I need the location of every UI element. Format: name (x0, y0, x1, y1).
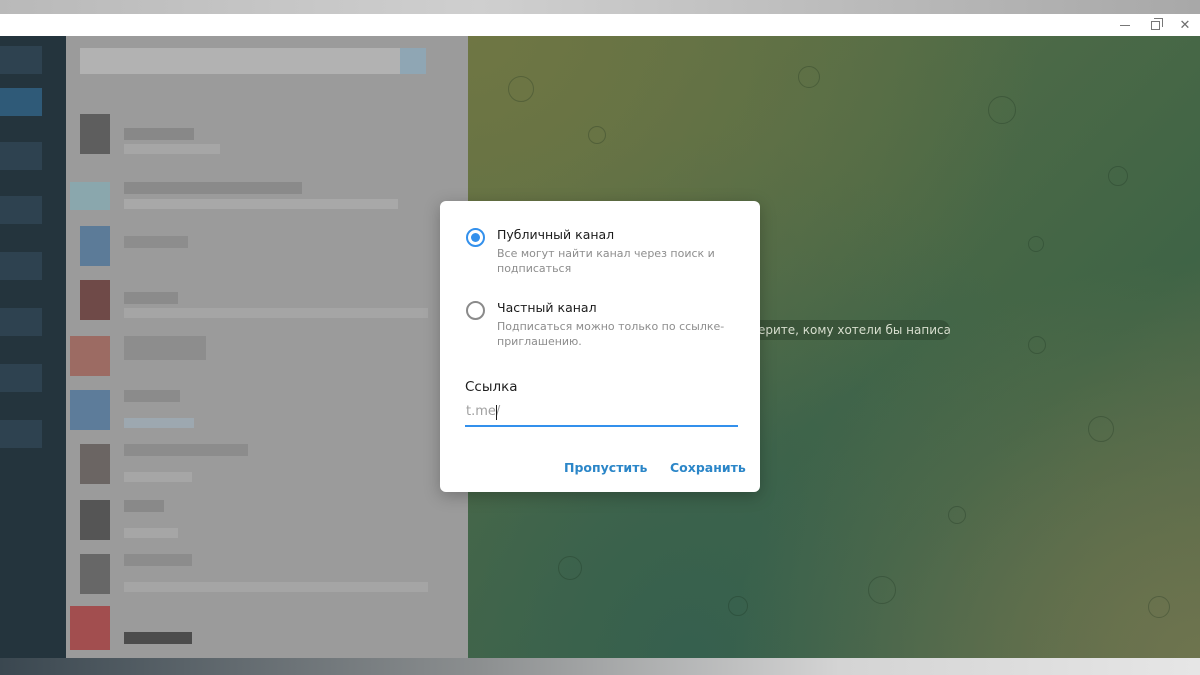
rail-item[interactable] (0, 142, 42, 170)
window-titlebar: ✕ (0, 14, 1200, 36)
link-field[interactable]: t.me/ (465, 401, 738, 427)
chat-preview (124, 528, 178, 538)
save-button[interactable]: Сохранить (670, 460, 746, 475)
chat-list (66, 36, 468, 658)
link-input[interactable] (498, 401, 738, 425)
chat-preview (124, 418, 194, 428)
close-icon[interactable]: ✕ (1170, 14, 1200, 36)
rail-item[interactable] (0, 88, 42, 116)
chat-preview (124, 308, 428, 318)
folder-rail (0, 36, 66, 658)
chat-title (124, 182, 302, 194)
chat-title (124, 554, 192, 566)
avatar[interactable] (70, 182, 110, 210)
chat-preview (124, 472, 192, 482)
hint-text: ерите, кому хотели бы написать (758, 323, 950, 337)
chat-title (124, 444, 248, 456)
desktop-bottom-strip (0, 658, 1200, 675)
avatar[interactable] (80, 280, 110, 320)
search-icon[interactable] (400, 48, 426, 74)
private-channel-radio[interactable] (466, 301, 485, 320)
rail-item[interactable] (0, 196, 42, 224)
rail-item[interactable] (0, 308, 42, 336)
public-channel-title: Публичный канал (497, 227, 615, 242)
avatar[interactable] (70, 336, 110, 376)
chat-title (124, 500, 164, 512)
window-controls: ✕ (1110, 14, 1200, 36)
link-label: Ссылка (465, 379, 518, 395)
avatar[interactable] (70, 390, 110, 430)
rail-item[interactable] (0, 252, 42, 280)
select-chat-hint: ерите, кому хотели бы написать (748, 320, 950, 340)
public-channel-radio[interactable] (466, 228, 485, 247)
rail-item[interactable] (0, 364, 42, 392)
public-channel-description: Все могут найти канал через поиск и подп… (497, 247, 715, 275)
public-channel-option[interactable]: Публичный канал Все могут найти канал че… (466, 227, 727, 276)
search-input[interactable] (80, 48, 410, 74)
chat-preview (124, 199, 398, 209)
channel-type-dialog: Публичный канал Все могут найти канал че… (440, 201, 760, 492)
skip-button[interactable]: Пропустить (564, 460, 647, 475)
chat-preview (124, 582, 428, 592)
rail-item[interactable] (0, 420, 42, 448)
chat-title (124, 128, 194, 140)
avatar[interactable] (80, 554, 110, 594)
chat-title (124, 336, 206, 360)
chat-title (124, 236, 188, 248)
avatar[interactable] (80, 226, 110, 266)
avatar[interactable] (80, 444, 110, 484)
avatar[interactable] (70, 606, 110, 650)
text-caret (496, 405, 497, 420)
private-channel-option[interactable]: Частный канал Подписаться можно только п… (466, 300, 727, 349)
avatar[interactable] (80, 500, 110, 540)
chat-preview (124, 632, 192, 644)
minimize-icon[interactable] (1110, 14, 1140, 36)
rail-item[interactable] (0, 46, 42, 74)
private-channel-description: Подписаться можно только по ссылке-пригл… (497, 320, 725, 348)
chat-title (124, 292, 178, 304)
desktop-top-strip (0, 0, 1200, 14)
chat-title (124, 390, 180, 402)
avatar[interactable] (80, 114, 110, 154)
private-channel-title: Частный канал (497, 300, 597, 315)
restore-icon[interactable] (1140, 14, 1170, 36)
chat-preview (124, 144, 220, 154)
